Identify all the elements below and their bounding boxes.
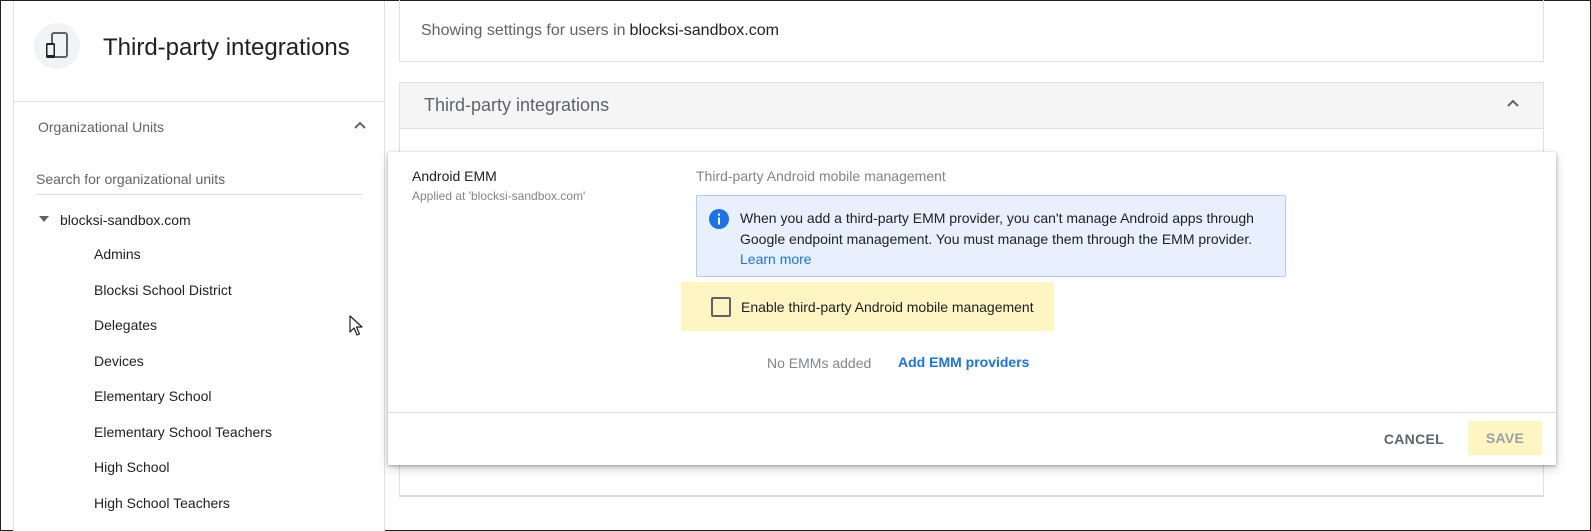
caret-down-icon[interactable]	[38, 212, 50, 228]
org-unit-item[interactable]: Elementary School	[94, 379, 272, 415]
sidebar-header: Third-party integrations	[14, 1, 384, 102]
devices-icon	[34, 23, 80, 69]
page-title: Third-party integrations	[103, 34, 350, 61]
setting-name: Android EMM	[412, 168, 497, 184]
scope-banner: Showing settings for users in blocksi-sa…	[399, 0, 1544, 62]
org-unit-item[interactable]: Devices	[94, 344, 272, 380]
chevron-up-icon[interactable]	[1505, 95, 1521, 116]
info-message: When you add a third-party EMM provider,…	[740, 210, 1254, 247]
chevron-up-icon[interactable]	[352, 117, 368, 138]
org-unit-item[interactable]: Delegates	[94, 308, 272, 344]
setting-card: Android EMM Applied at 'blocksi-sandbox.…	[388, 152, 1556, 465]
no-emms-text: No EMMs added	[767, 355, 872, 371]
org-unit-list: Admins Blocksi School District Delegates…	[94, 237, 272, 521]
card-footer: CANCEL SAVE	[388, 412, 1556, 465]
sidebar: Third-party integrations Organizational …	[13, 1, 385, 531]
setting-applied-at: Applied at 'blocksi-sandbox.com'	[412, 189, 586, 203]
info-banner: When you add a third-party EMM provider,…	[696, 195, 1286, 277]
mouse-cursor-icon	[349, 315, 363, 342]
cancel-button[interactable]: CANCEL	[1384, 431, 1444, 447]
enable-android-mm-row[interactable]: Enable third-party Android mobile manage…	[681, 282, 1054, 331]
setting-description: Third-party Android mobile management	[696, 168, 946, 184]
checkbox-label: Enable third-party Android mobile manage…	[741, 298, 1034, 315]
scope-prefix: Showing settings for users in	[421, 21, 626, 39]
org-unit-search-input[interactable]	[36, 163, 362, 195]
org-unit-item[interactable]: Admins	[94, 237, 272, 273]
section-header[interactable]: Third-party integrations	[400, 83, 1543, 129]
org-unit-item[interactable]: Elementary School Teachers	[94, 415, 272, 451]
learn-more-link[interactable]: Learn more	[740, 251, 812, 267]
org-unit-item[interactable]: High School	[94, 450, 272, 486]
org-unit-item[interactable]: High School Teachers	[94, 486, 272, 522]
tree-root-label: blocksi-sandbox.com	[60, 212, 191, 228]
org-unit-item[interactable]: Blocksi School District	[94, 273, 272, 309]
org-units-header[interactable]: Organizational Units	[38, 116, 368, 138]
section-title: Third-party integrations	[424, 95, 610, 115]
info-icon	[708, 208, 730, 235]
scope-domain: blocksi-sandbox.com	[629, 21, 779, 39]
enable-android-mm-checkbox[interactable]	[711, 296, 731, 317]
info-text-block: When you add a third-party EMM provider,…	[740, 208, 1270, 270]
save-button[interactable]: SAVE	[1468, 421, 1542, 455]
tree-root-item[interactable]: blocksi-sandbox.com	[38, 208, 191, 232]
org-units-label: Organizational Units	[38, 119, 165, 135]
add-emm-providers-link[interactable]: Add EMM providers	[898, 354, 1029, 370]
